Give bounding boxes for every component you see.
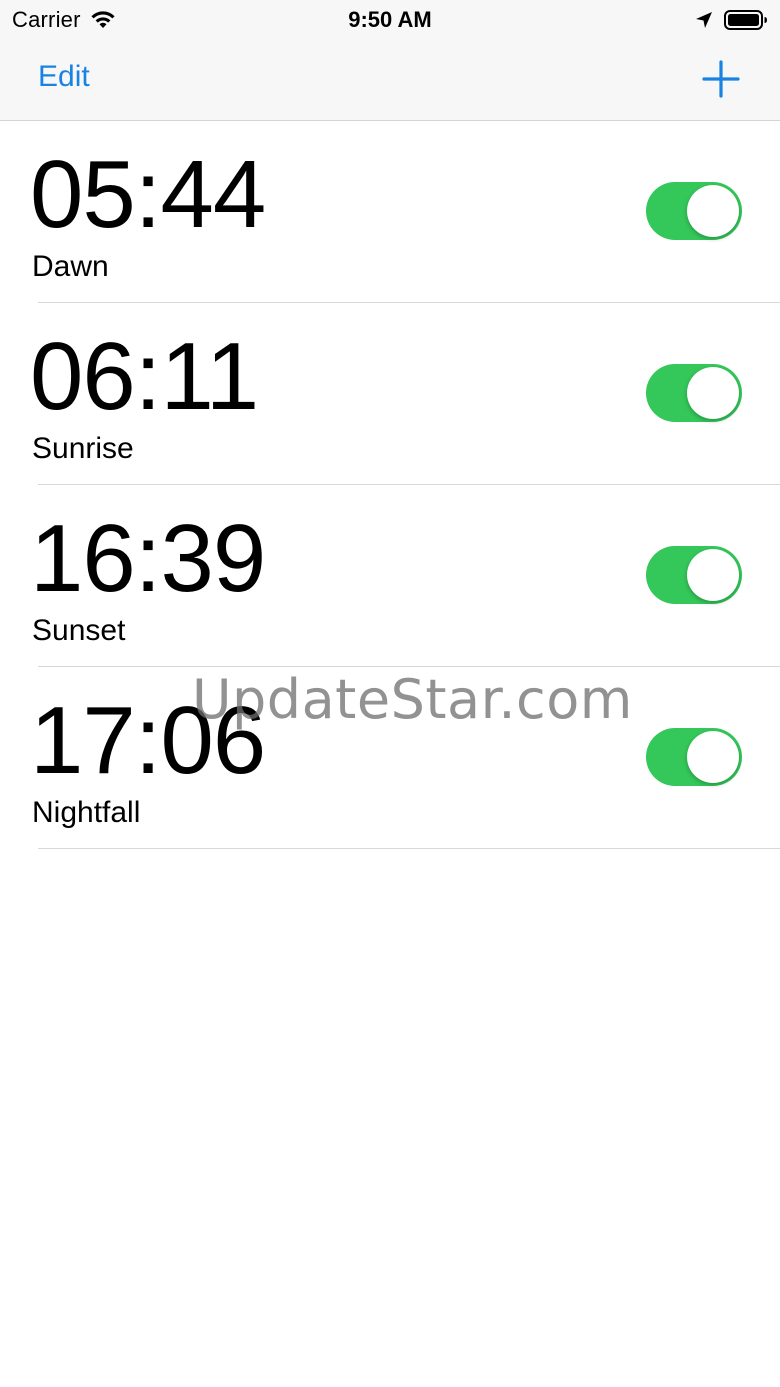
alarm-time: 17:06 <box>30 687 266 794</box>
alarm-row-sunset[interactable]: 16:39 Sunset <box>0 485 780 667</box>
alarm-label: Sunset <box>32 614 126 647</box>
alarm-toggle-dawn[interactable] <box>646 182 742 240</box>
alarm-row-nightfall[interactable]: 17:06 Nightfall <box>0 667 780 849</box>
alarm-time: 16:39 <box>30 505 266 612</box>
alarm-label: Dawn <box>32 250 109 283</box>
status-left: Carrier <box>12 7 117 33</box>
alarm-row-dawn[interactable]: 05:44 Dawn <box>0 121 780 303</box>
alarm-label: Nightfall <box>32 796 141 829</box>
status-time: 9:50 AM <box>348 7 432 32</box>
toggle-knob <box>687 185 739 237</box>
location-arrow-icon <box>694 10 714 30</box>
status-bar: Carrier 9:50 AM <box>0 0 780 40</box>
alarm-row-sunrise[interactable]: 06:11 Sunrise <box>0 303 780 485</box>
toggle-knob <box>687 549 739 601</box>
alarm-toggle-sunset[interactable] <box>646 546 742 604</box>
navigation-bar: Edit <box>0 40 780 121</box>
alarm-toggle-sunrise[interactable] <box>646 364 742 422</box>
alarm-toggle-nightfall[interactable] <box>646 728 742 786</box>
screen: Carrier 9:50 AM Edit 05:44 Dawn 06:11 Su… <box>0 0 780 1387</box>
alarm-time: 06:11 <box>30 323 259 430</box>
status-right <box>694 9 768 31</box>
edit-button[interactable]: Edit <box>38 60 90 94</box>
alarm-time: 05:44 <box>30 141 266 248</box>
carrier-label: Carrier <box>12 7 81 32</box>
wifi-icon <box>89 10 117 30</box>
add-alarm-button[interactable] <box>702 60 740 98</box>
alarm-list: 05:44 Dawn 06:11 Sunrise 16:39 Sunset 17… <box>0 121 780 849</box>
toggle-knob <box>687 367 739 419</box>
plus-icon <box>702 60 740 98</box>
alarm-label: Sunrise <box>32 432 134 465</box>
battery-icon <box>724 9 768 31</box>
toggle-knob <box>687 731 739 783</box>
